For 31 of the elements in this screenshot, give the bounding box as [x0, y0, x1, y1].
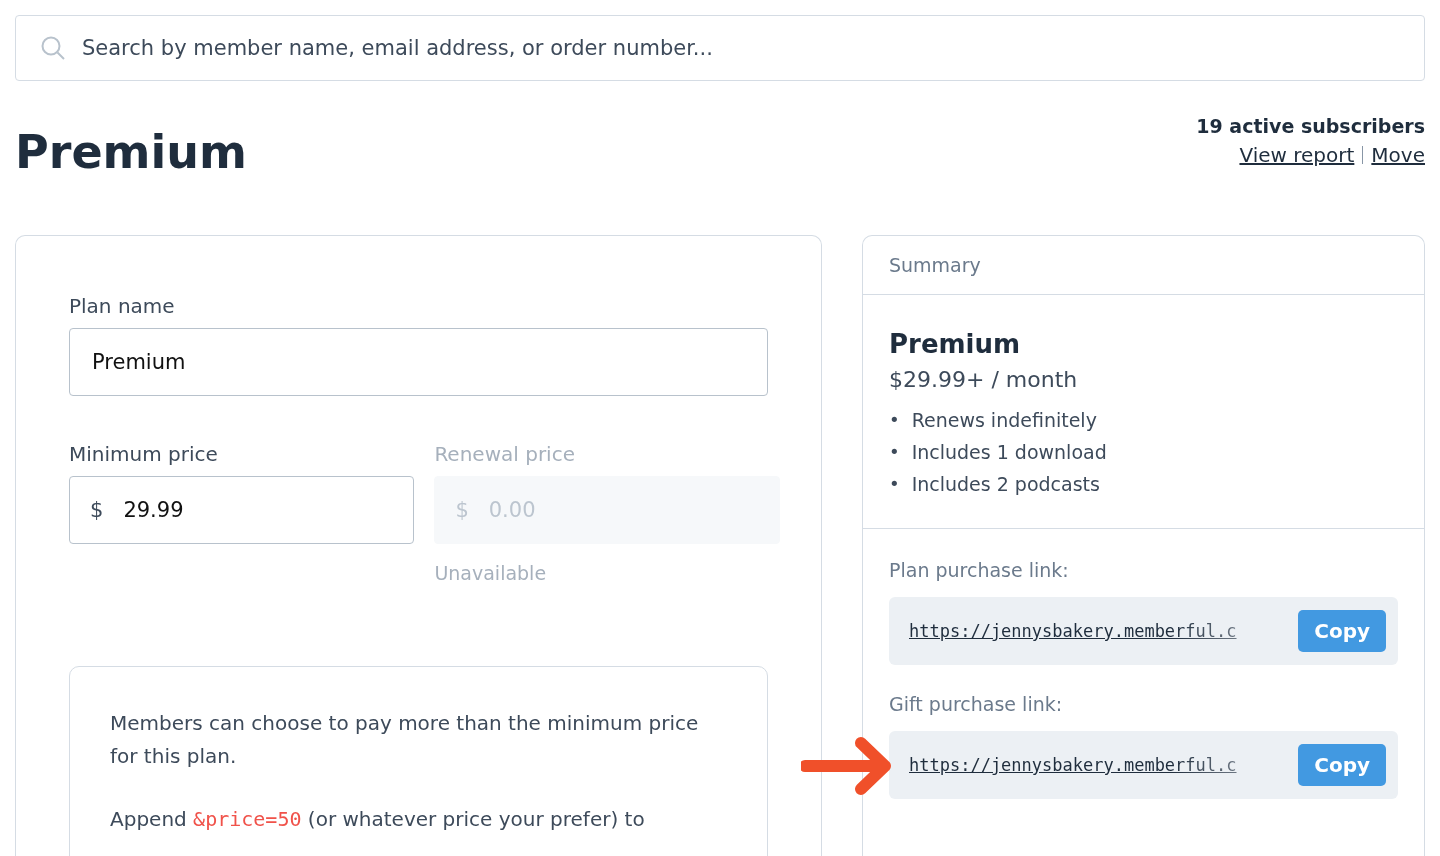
field-label: Renewal price: [434, 442, 576, 466]
price-input[interactable]: 29.99: [121, 497, 394, 523]
price-field[interactable]: $ 29.99: [69, 476, 415, 544]
header-link[interactable]: Move: [1371, 143, 1425, 167]
purchase-link[interactable]: https://jennysbakery.memberful.c: [909, 621, 1285, 641]
link-label: Gift purchase link:: [889, 693, 1064, 715]
bullet: •: [889, 408, 900, 432]
link-label: Plan purchase link:: [889, 559, 1070, 581]
summary-price: $29.99+ / month: [889, 367, 1079, 392]
info-text: Members can choose to pay more than the minimum price for this plan.: [110, 710, 700, 770]
page-title: Premium: [15, 125, 247, 179]
field-label: Minimum price: [69, 442, 219, 466]
subscriber-count: 19 active subscribers: [1196, 115, 1425, 137]
summary-plan-name: Premium: [889, 329, 1022, 359]
currency-symbol: $: [90, 498, 104, 522]
bullet: •: [889, 472, 900, 496]
currency-symbol: $: [455, 498, 469, 522]
info-text: Append &price=50 (or whatever price your prefer) to: [110, 806, 646, 833]
summary-heading: Summary: [863, 236, 1424, 295]
search-field[interactable]: Search by member name, email address, or order number...: [15, 15, 1425, 81]
feature-item: Includes 1 download: [911, 440, 1107, 465]
purchase-link[interactable]: https://jennysbakery.memberful.c: [909, 755, 1285, 775]
search-icon: [40, 35, 66, 61]
plan-name-field[interactable]: Premium: [69, 328, 768, 396]
header-link[interactable]: View report: [1239, 143, 1355, 167]
feature-item: Includes 2 podcasts: [911, 472, 1100, 497]
plan-name-input[interactable]: Premium: [90, 349, 747, 375]
feature-item: Renews indefinitely: [911, 408, 1097, 433]
field-label: Plan name: [69, 294, 176, 318]
bullet: •: [889, 440, 900, 464]
field-note: Unavailable: [434, 562, 548, 584]
